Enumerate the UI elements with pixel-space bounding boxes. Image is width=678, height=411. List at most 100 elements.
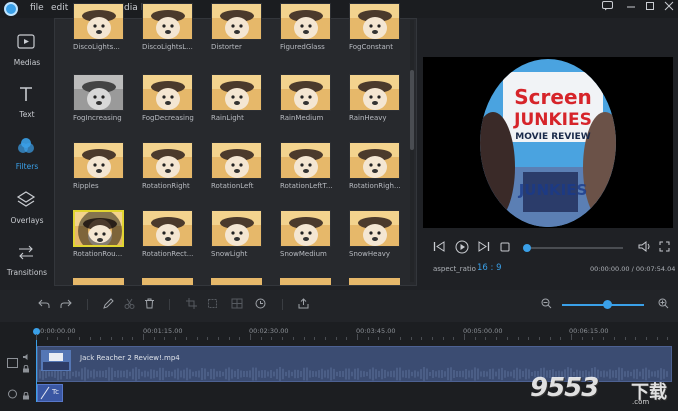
undo-icon[interactable] [38, 298, 50, 312]
filter-thumbnail-partial[interactable] [211, 278, 262, 285]
nav-medias[interactable]: Medias [0, 24, 54, 76]
seek-handle[interactable] [523, 244, 531, 252]
export-icon[interactable] [298, 298, 309, 312]
cut-icon[interactable] [124, 298, 135, 312]
track-lock-icon[interactable] [22, 364, 30, 375]
filter-thumbnail[interactable] [280, 3, 331, 40]
svg-text:JUNKIES: JUNKIES [518, 181, 588, 199]
filter-thumbnail[interactable] [349, 142, 400, 179]
ruler-tick [57, 337, 59, 340]
edit-icon[interactable] [103, 298, 114, 312]
nav-filters[interactable]: Filters [0, 128, 54, 180]
text-track-lock-icon[interactable] [22, 391, 30, 402]
filter-name: SnowMedium [280, 250, 327, 258]
text-track-icon[interactable] [7, 389, 18, 401]
overlays-icon [16, 190, 36, 210]
fullscreen-icon[interactable] [659, 241, 670, 255]
text-clip[interactable]: Tc [37, 384, 63, 402]
seek-bar[interactable] [527, 247, 623, 249]
filter-thumbnail[interactable] [211, 142, 262, 179]
filter-thumbnail[interactable] [142, 210, 193, 247]
filter-thumbnail[interactable] [73, 142, 124, 179]
filter-name: DiscoLightsL... [142, 43, 193, 51]
filter-thumbnail[interactable] [280, 142, 331, 179]
filter-thumbnail[interactable] [349, 210, 400, 247]
aspect-ratio-value[interactable]: 16 : 9 [477, 263, 502, 273]
delete-icon[interactable] [144, 298, 155, 312]
ruler-tick [89, 337, 91, 340]
filter-thumbnail-partial[interactable] [142, 278, 193, 285]
filter-thumbnail[interactable] [211, 74, 262, 111]
filters-scroll-thumb[interactable] [410, 70, 414, 150]
track-screen-icon[interactable] [7, 358, 18, 370]
filter-name: RotationLeftT... [280, 182, 333, 190]
nav-overlays-label: Overlays [10, 216, 44, 225]
filter-thumbnail[interactable] [73, 210, 124, 247]
menu-edit[interactable]: edit [51, 3, 68, 13]
filter-name: RotationRigh... [349, 182, 401, 190]
redo-icon[interactable] [60, 298, 72, 312]
ruler-tick [603, 337, 605, 340]
track-audio-icon[interactable] [22, 353, 30, 363]
filter-thumbnail[interactable] [349, 3, 400, 40]
nav-medias-label: Medias [13, 58, 41, 67]
ruler-tick [496, 337, 498, 340]
clip-name: Jack Reacher 2 Review!.mp4 [80, 354, 180, 362]
next-frame-icon[interactable] [478, 241, 490, 255]
filter-thumbnail[interactable] [73, 74, 124, 111]
zoom-in-icon[interactable] [658, 298, 669, 312]
chat-icon[interactable] [602, 1, 613, 14]
text-clip-label: Tc [52, 388, 59, 396]
preview-video[interactable]: Screen JUNKIES MOVIE REVIEW JUNKIES [423, 57, 673, 228]
nav-overlays[interactable]: Overlays [0, 182, 54, 234]
ruler-tick [667, 337, 669, 340]
filter-name: RotationRou... [73, 250, 123, 258]
ruler-label: 00:06:15.00 [569, 327, 609, 335]
timeline-toolbar [0, 290, 678, 322]
ruler-label: 00:05:00.00 [463, 327, 503, 335]
nav-transitions[interactable]: Transitions [0, 234, 54, 286]
filter-thumbnail-partial[interactable] [349, 278, 400, 285]
filter-thumbnail[interactable] [142, 74, 193, 111]
ruler-tick [624, 337, 626, 340]
filter-thumbnail[interactable] [73, 3, 124, 40]
filter-thumbnail[interactable] [349, 74, 400, 111]
ruler-tick [175, 337, 177, 340]
filters-scrollbar[interactable] [410, 20, 414, 282]
filter-thumbnail[interactable] [142, 3, 193, 40]
nav-text[interactable]: Text [0, 76, 54, 128]
filter-thumbnail[interactable] [280, 210, 331, 247]
ruler-tick [228, 337, 230, 340]
filter-thumbnail[interactable] [211, 3, 262, 40]
play-icon[interactable] [455, 240, 469, 257]
ruler-tick [399, 337, 401, 340]
volume-icon[interactable] [638, 241, 650, 255]
ruler-label: 00:03:45.00 [356, 327, 396, 335]
stop-icon[interactable] [500, 242, 510, 255]
menu-file[interactable]: file [30, 3, 44, 13]
playhead[interactable] [36, 330, 37, 402]
time-display: 00:00:00.00 / 00:07:54.04 [590, 265, 676, 273]
ruler-tick [464, 334, 465, 340]
crop-icon[interactable] [186, 298, 197, 312]
overlay-title-2: JUNKIES [513, 110, 592, 130]
filter-thumbnail-partial[interactable] [280, 278, 331, 285]
filter-thumbnail[interactable] [211, 210, 262, 247]
filter-thumbnail[interactable] [142, 142, 193, 179]
maximize-icon[interactable] [645, 1, 655, 14]
mosaic-icon[interactable] [231, 298, 243, 312]
close-icon[interactable] [664, 1, 674, 14]
prev-frame-icon[interactable] [433, 241, 445, 255]
ruler-tick [613, 337, 615, 340]
ruler-tick [100, 337, 102, 340]
resize-icon[interactable] [207, 298, 218, 312]
filter-thumbnail-partial[interactable] [73, 278, 124, 285]
duration-icon[interactable] [255, 298, 266, 312]
ruler-tick [357, 334, 358, 340]
ruler-tick [271, 337, 273, 340]
minimize-icon[interactable] [626, 1, 636, 14]
ruler-label: 00:00:00.00 [36, 327, 76, 335]
zoom-out-icon[interactable] [541, 298, 552, 312]
filter-thumbnail[interactable] [280, 74, 331, 111]
ruler-tick [143, 334, 144, 340]
